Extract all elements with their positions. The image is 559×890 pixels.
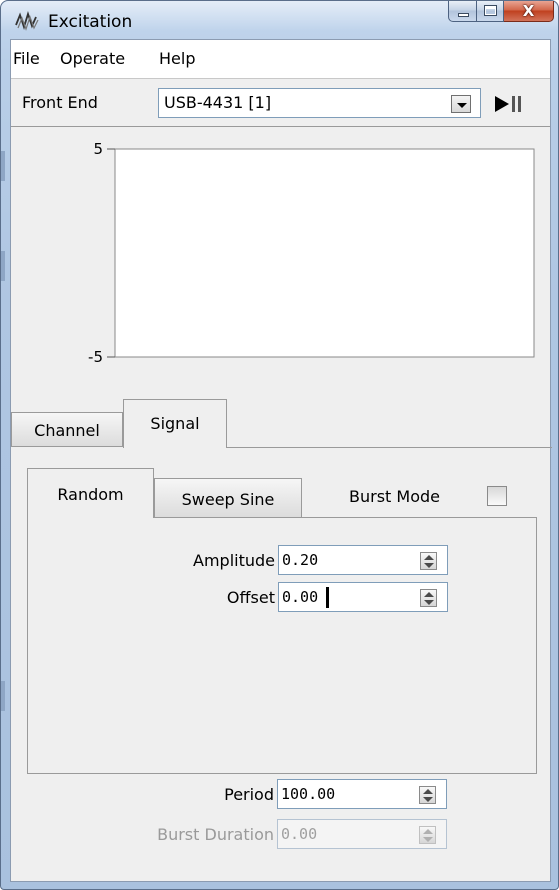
amplitude-label: Amplitude	[193, 551, 275, 570]
close-icon: X	[522, 2, 535, 20]
chevron-down-icon[interactable]	[451, 95, 471, 113]
menu-help[interactable]: Help	[159, 49, 195, 68]
maximize-button[interactable]	[477, 1, 504, 22]
period-spinner[interactable]: 100.00	[277, 779, 447, 809]
y-tick-label: -5	[88, 348, 103, 366]
spinner-arrows-icon[interactable]	[420, 552, 437, 570]
tab-signal[interactable]: Signal	[123, 399, 227, 448]
window-title: Excitation	[48, 12, 133, 32]
burst-duration-label: Burst Duration	[157, 825, 274, 844]
burst-mode-label: Burst Mode	[349, 487, 440, 506]
spinner-arrows-icon[interactable]	[419, 786, 436, 804]
client-area: File Operate Help Front End USB-4431 [1]…	[10, 39, 552, 882]
outer-tab-strip: Channel Signal	[11, 398, 552, 448]
window-controls: X	[448, 1, 554, 22]
spinner-arrows-icon	[419, 826, 436, 844]
menu-operate[interactable]: Operate	[60, 49, 125, 68]
minimize-button[interactable]	[448, 1, 477, 22]
burst-duration-spinner: 0.00	[277, 819, 447, 849]
period-value[interactable]: 100.00	[281, 785, 335, 803]
offset-label: Offset	[226, 588, 275, 607]
period-label: Period	[224, 785, 274, 804]
toolbar: Front End USB-4431 [1]	[11, 79, 550, 127]
play-pause-icon[interactable]	[491, 93, 525, 115]
y-tick-label: 5	[93, 140, 103, 158]
text-caret	[326, 587, 329, 608]
frame-accent	[1, 251, 5, 281]
title-bar[interactable]: Excitation X	[1, 1, 559, 39]
front-end-label: Front End	[22, 93, 98, 112]
plot-area	[114, 148, 535, 358]
burst-duration-value: 0.00	[281, 825, 318, 843]
burst-mode-checkbox[interactable]	[487, 486, 507, 506]
minimize-icon	[458, 13, 469, 17]
menu-bar: File Operate Help	[11, 40, 550, 79]
menu-file[interactable]: File	[13, 49, 40, 68]
maximize-icon	[484, 5, 497, 16]
close-button[interactable]: X	[504, 1, 554, 22]
front-end-value: USB-4431 [1]	[164, 93, 272, 112]
spinner-arrows-icon[interactable]	[420, 589, 437, 607]
amplitude-spinner[interactable]: 0.20	[278, 545, 448, 575]
tab-random[interactable]: Random	[27, 468, 154, 518]
tab-channel[interactable]: Channel	[11, 412, 123, 447]
offset-spinner[interactable]: 0.00	[278, 582, 448, 612]
random-panel: Amplitude 0.20 Offset 0.00	[27, 517, 537, 774]
signal-chart: 5 -5	[11, 128, 550, 398]
offset-value[interactable]: 0.00	[282, 588, 318, 606]
frame-accent	[1, 681, 5, 711]
amplitude-value[interactable]: 0.20	[282, 551, 318, 569]
front-end-dropdown[interactable]: USB-4431 [1]	[158, 88, 481, 118]
waveform-icon	[15, 11, 39, 31]
frame-accent	[1, 151, 5, 181]
chart-svg: 5 -5	[88, 140, 535, 366]
tab-sweep-sine[interactable]: Sweep Sine	[154, 478, 302, 518]
tab-divider	[227, 447, 552, 448]
window-frame: Excitation X File Operate Help Front End	[0, 0, 559, 890]
